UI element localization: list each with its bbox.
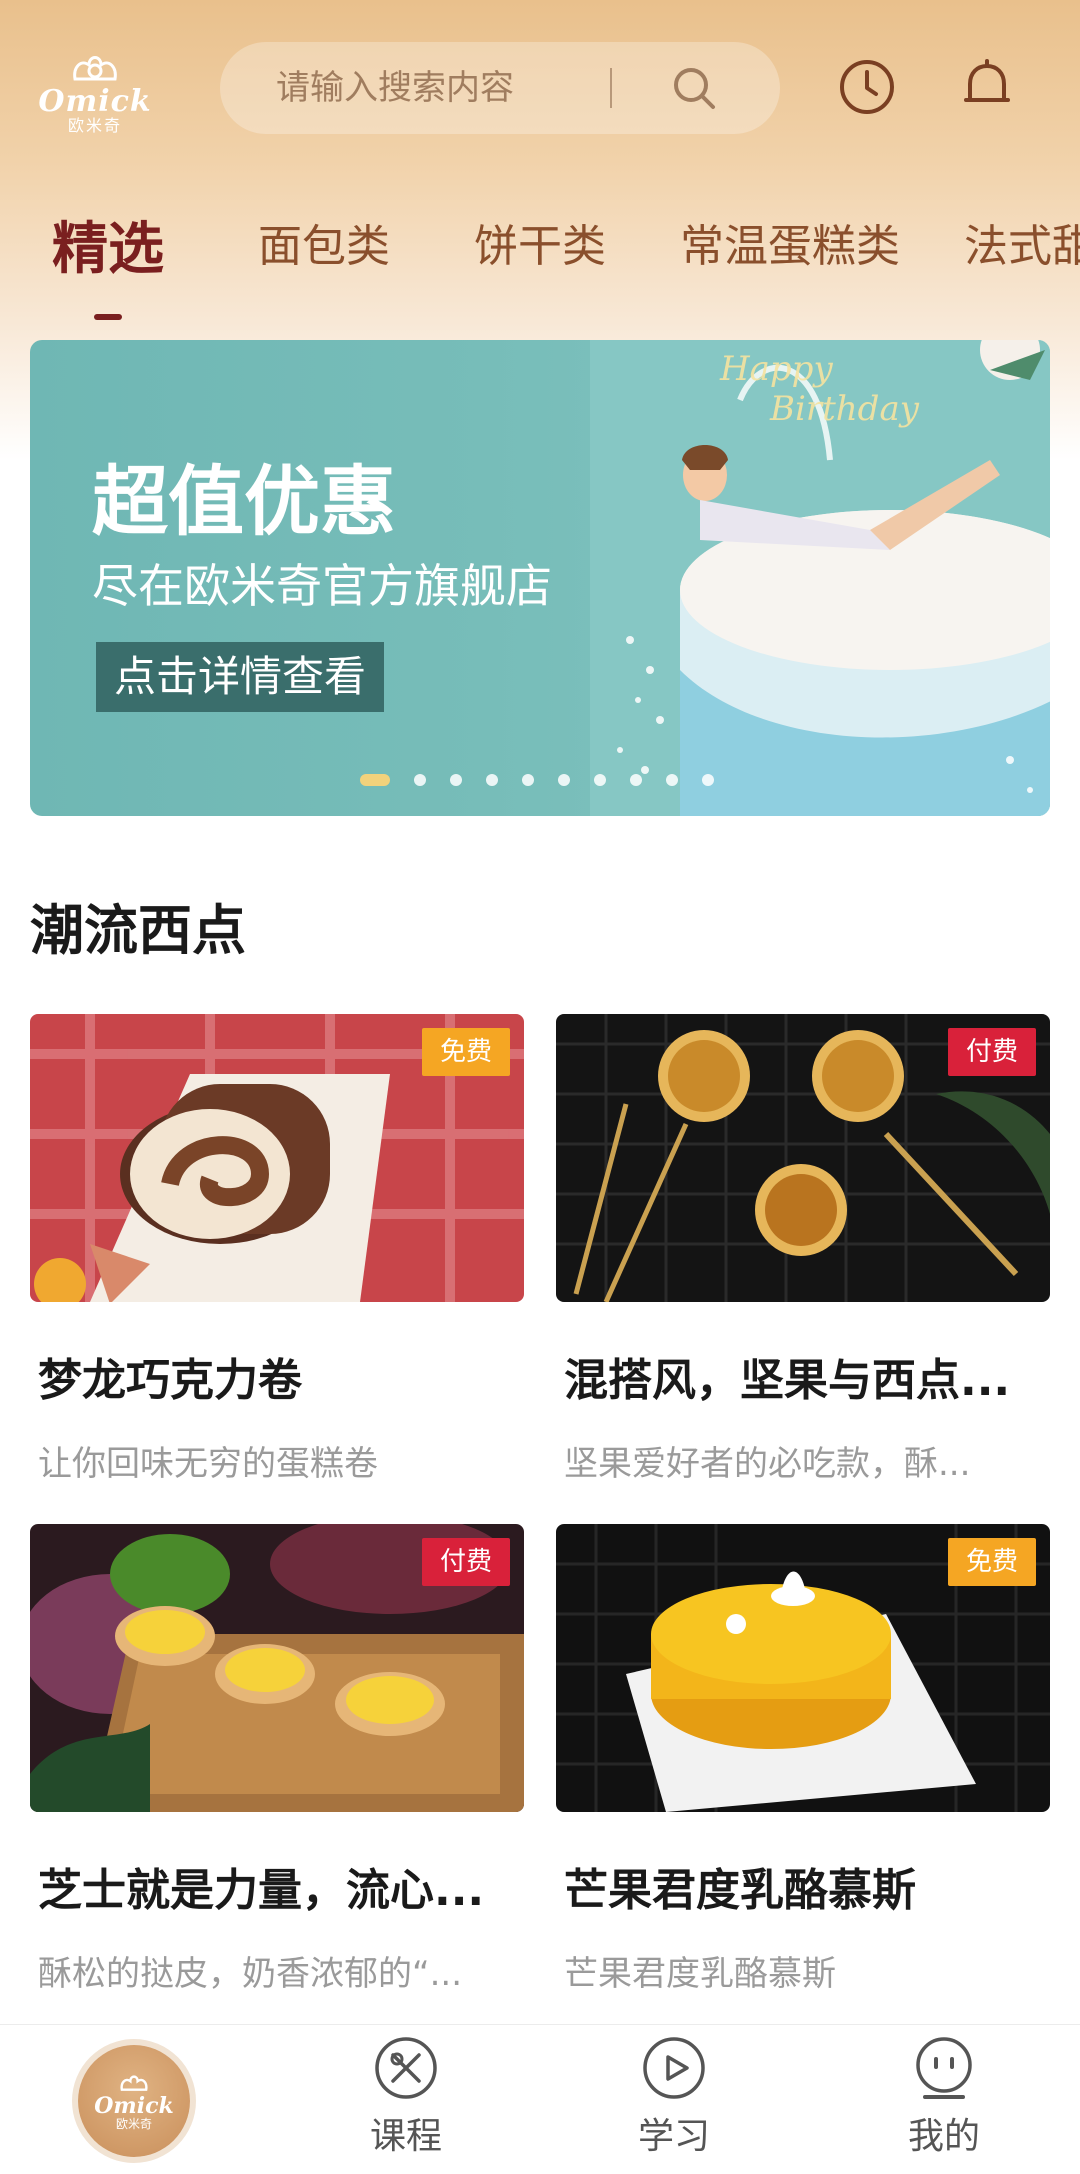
banner-subline: 尽在欧米奇官方旗舰店 xyxy=(92,559,552,613)
brand-name: Omick xyxy=(38,84,152,119)
course-description: 酥松的挞皮，奶香浓郁的“... xyxy=(38,1954,463,1994)
tab-room-temp-cakes[interactable]: 常温蛋糕类 xyxy=(680,210,900,274)
tab-featured[interactable]: 精选 xyxy=(52,210,164,285)
crown-logo-icon xyxy=(120,2075,148,2091)
banner-pagination xyxy=(360,774,714,786)
profile-icon xyxy=(916,2037,972,2099)
section-title: 潮流西点 xyxy=(30,899,246,962)
nav-home-brand: Omick xyxy=(94,2093,174,2119)
category-tabs: 精选 面包类 饼干类 常温蛋糕类 法式甜 xyxy=(0,210,1080,320)
banner-dot[interactable] xyxy=(630,774,642,786)
banner-dot[interactable] xyxy=(666,774,678,786)
clock-icon[interactable] xyxy=(836,56,898,118)
banner-dot[interactable] xyxy=(486,774,498,786)
crown-logo-icon xyxy=(73,56,117,81)
course-card[interactable]: 付费 混搭风，坚果与西点... 坚果爱好者的必吃款，酥... xyxy=(556,1014,1050,1494)
banner-dot-active[interactable] xyxy=(360,774,390,786)
search-icon[interactable] xyxy=(670,64,718,112)
course-description: 坚果爱好者的必吃款，酥... xyxy=(564,1444,971,1484)
play-icon xyxy=(643,2037,705,2099)
nav-item-study[interactable]: 学习 xyxy=(604,2035,744,2165)
tab-active-indicator xyxy=(94,314,122,320)
brand-name-cn: 欧米奇 xyxy=(67,116,122,135)
search-placeholder[interactable]: 请输入搜索内容 xyxy=(276,42,514,134)
course-title[interactable]: 混搭风，坚果与西点... xyxy=(564,1344,1044,1408)
nav-label: 学习 xyxy=(637,2116,710,2157)
banner-dot[interactable] xyxy=(450,774,462,786)
course-title[interactable]: 芝士就是力量，流心... xyxy=(38,1854,518,1918)
nav-home-button[interactable]: Omick 欧米奇 xyxy=(78,2045,190,2157)
badge-paid: 付费 xyxy=(421,1538,510,1586)
nav-label: 我的 xyxy=(907,2116,980,2157)
svg-text:Happy: Happy xyxy=(719,349,833,389)
badge-free: 免费 xyxy=(421,1028,510,1076)
nav-home-brand-cn: 欧米奇 xyxy=(115,2117,152,2131)
banner-headline: 超值优惠 xyxy=(92,457,396,546)
nav-item-profile[interactable]: 我的 xyxy=(874,2035,1014,2165)
nav-item-courses[interactable]: 课程 xyxy=(336,2035,476,2165)
search-bar[interactable]: 请输入搜索内容 xyxy=(220,42,780,134)
course-card[interactable]: 免费 梦龙巧克力卷 让你回味无穷的蛋糕卷 xyxy=(30,1014,524,1494)
nav-label: 课程 xyxy=(369,2116,442,2157)
course-thumbnail[interactable]: 免费 xyxy=(30,1014,524,1302)
app-header: Omick 欧米奇 请输入搜索内容 xyxy=(0,0,1080,180)
banner-dot[interactable] xyxy=(558,774,570,786)
course-title[interactable]: 梦龙巧克力卷 xyxy=(38,1344,518,1408)
brand-logo[interactable]: Omick 欧米奇 xyxy=(30,44,160,140)
banner-cta-button[interactable]: 点击详情查看 xyxy=(96,642,385,712)
badge-paid: 付费 xyxy=(947,1028,1036,1076)
course-card[interactable]: 付费 芝士就是力量，流心... 酥松的挞皮，奶香浓郁的“... xyxy=(30,1524,524,2004)
course-description: 芒果君度乳酪慕斯 xyxy=(564,1954,836,1994)
course-title[interactable]: 芒果君度乳酪慕斯 xyxy=(564,1854,1044,1918)
course-card[interactable]: 免费 芒果君度乳酪慕斯 芒果君度乳酪慕斯 xyxy=(556,1524,1050,2004)
banner-dot[interactable] xyxy=(414,774,426,786)
course-thumbnail[interactable]: 付费 xyxy=(556,1014,1050,1302)
promo-banner[interactable]: Happy Birthday 超值优惠 尽在欧米奇官方旗舰店 点击详情查看 xyxy=(30,340,1050,816)
svg-text:Birthday: Birthday xyxy=(769,389,920,429)
banner-dot[interactable] xyxy=(594,774,606,786)
banner-dot[interactable] xyxy=(702,774,714,786)
birthday-cake-image: Happy Birthday xyxy=(590,340,1050,816)
badge-free: 免费 xyxy=(947,1538,1036,1586)
search-divider xyxy=(610,68,612,108)
tab-biscuits[interactable]: 饼干类 xyxy=(474,210,606,274)
course-thumbnail[interactable]: 付费 xyxy=(30,1524,524,1812)
tab-bread[interactable]: 面包类 xyxy=(258,210,390,274)
course-description: 让你回味无穷的蛋糕卷 xyxy=(38,1444,378,1484)
bottom-navigation: Omick 欧米奇 课程 学习 我的 xyxy=(0,2024,1080,2174)
course-icon xyxy=(375,2037,437,2099)
course-thumbnail[interactable]: 免费 xyxy=(556,1524,1050,1812)
tab-french-desserts[interactable]: 法式甜 xyxy=(964,210,1080,274)
banner-dot[interactable] xyxy=(522,774,534,786)
bell-icon[interactable] xyxy=(956,56,1018,118)
